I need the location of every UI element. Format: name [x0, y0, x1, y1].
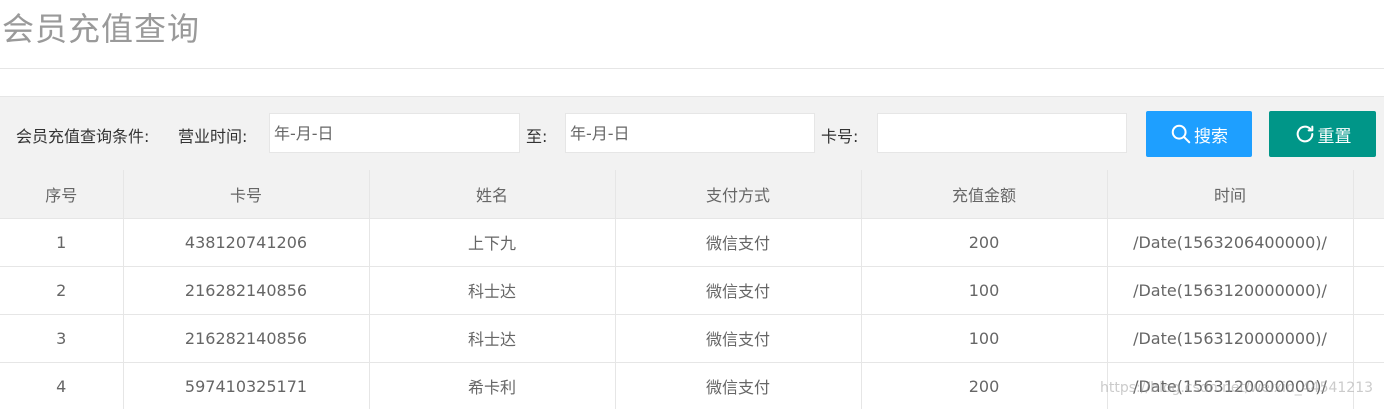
cell-name: 科士达	[369, 266, 616, 315]
cell-card-number: 597410325171	[123, 362, 370, 409]
cell-index: 4	[0, 362, 124, 409]
cell-payment-method: 微信支付	[615, 314, 862, 363]
page-title: 会员充值查询	[2, 10, 201, 48]
cell-extra	[1353, 218, 1384, 267]
watermark: https://blog.csdn.net/weixin_44541213	[1100, 380, 1374, 396]
search-icon	[1171, 124, 1191, 144]
header-payment-method[interactable]: 支付方式	[615, 170, 862, 219]
card-number-label: 卡号:	[821, 127, 859, 146]
cell-time: /Date(1563120000000)/	[1107, 266, 1354, 315]
business-time-label: 营业时间:	[178, 127, 248, 146]
cell-name: 希卡利	[369, 362, 616, 409]
header-name[interactable]: 姓名	[369, 170, 616, 219]
header-extra	[1353, 170, 1384, 219]
cell-amount: 200	[861, 362, 1108, 409]
title-divider	[0, 68, 1384, 69]
filter-prefix-label: 会员充值查询条件:	[16, 127, 150, 146]
cell-time: /Date(1563206400000)/	[1107, 218, 1354, 267]
cell-payment-method: 微信支付	[615, 218, 862, 267]
card-number-input[interactable]	[877, 113, 1127, 153]
cell-index: 3	[0, 314, 124, 363]
table-row[interactable]: 1 438120741206 上下九 微信支付 200 /Date(156320…	[0, 218, 1384, 267]
start-date-input[interactable]	[269, 113, 520, 153]
cell-index: 1	[0, 218, 124, 267]
cell-payment-method: 微信支付	[615, 266, 862, 315]
cell-extra	[1353, 266, 1384, 315]
cell-extra	[1353, 314, 1384, 363]
header-recharge-amount[interactable]: 充值金额	[861, 170, 1108, 219]
to-label: 至:	[526, 127, 548, 146]
search-button[interactable]: 搜索	[1146, 111, 1252, 157]
refresh-icon	[1296, 125, 1313, 143]
table-row[interactable]: 2 216282140856 科士达 微信支付 100 /Date(156312…	[0, 266, 1384, 315]
cell-card-number: 438120741206	[123, 218, 370, 267]
cell-index: 2	[0, 266, 124, 315]
table-row[interactable]: 3 216282140856 科士达 微信支付 100 /Date(156312…	[0, 314, 1384, 363]
header-time[interactable]: 时间	[1107, 170, 1354, 219]
end-date-input[interactable]	[565, 113, 815, 153]
cell-card-number: 216282140856	[123, 266, 370, 315]
cell-amount: 200	[861, 218, 1108, 267]
search-button-label: 搜索	[1194, 126, 1228, 147]
reset-button[interactable]: 重置	[1269, 111, 1376, 157]
cell-payment-method: 微信支付	[615, 362, 862, 409]
cell-name: 上下九	[369, 218, 616, 267]
header-card-number[interactable]: 卡号	[123, 170, 370, 219]
cell-amount: 100	[861, 314, 1108, 363]
cell-name: 科士达	[369, 314, 616, 363]
cell-card-number: 216282140856	[123, 314, 370, 363]
table-header-row: 序号 卡号 姓名 支付方式 充值金额 时间	[0, 170, 1384, 219]
header-index[interactable]: 序号	[0, 170, 124, 219]
filter-bar: 会员充值查询条件: 营业时间: 至: 卡号: 搜索 重置	[0, 96, 1384, 170]
cell-amount: 100	[861, 266, 1108, 315]
cell-time: /Date(1563120000000)/	[1107, 314, 1354, 363]
reset-button-label: 重置	[1317, 126, 1352, 147]
recharge-table: 序号 卡号 姓名 支付方式 充值金额 时间 1 438120741206 上下九…	[0, 170, 1384, 409]
